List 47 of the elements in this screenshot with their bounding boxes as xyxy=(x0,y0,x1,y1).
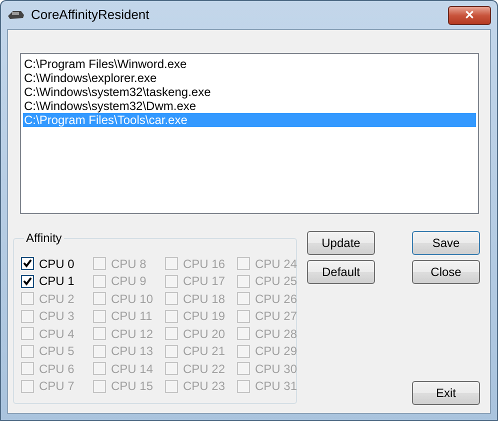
checkbox-label: CPU 25 xyxy=(255,273,298,290)
checkbox-label: CPU 17 xyxy=(183,273,226,290)
checkbox-label: CPU 19 xyxy=(183,308,226,326)
list-item[interactable]: C:\Program Files\Winword.exe xyxy=(23,57,476,71)
close-button[interactable]: ✕ xyxy=(448,6,491,24)
checkbox-label: CPU 30 xyxy=(255,360,298,378)
checkbox-label: CPU 9 xyxy=(111,273,146,290)
checkbox-label: CPU 7 xyxy=(39,378,74,396)
checkbox-label: CPU 20 xyxy=(183,326,226,343)
checkbox-label: CPU 10 xyxy=(111,290,154,308)
checkbox-label: CPU 16 xyxy=(183,256,226,273)
checkbox-label: CPU 2 xyxy=(39,290,74,308)
checkbox-label: CPU 27 xyxy=(255,308,298,326)
checkbox-label: CPU 4 xyxy=(39,326,74,343)
checkbox[interactable] xyxy=(21,274,34,288)
checkbox-label: CPU 26 xyxy=(255,290,298,308)
list-item[interactable]: C:\Windows\system32\taskeng.exe xyxy=(23,85,476,99)
checkbox-label: CPU 31 xyxy=(255,378,298,396)
checkbox-label: CPU 0 xyxy=(39,256,74,273)
checkbox-label: CPU 14 xyxy=(111,360,154,378)
checkbox-label: CPU 28 xyxy=(255,326,298,343)
app-icon xyxy=(7,9,25,21)
checkbox-label: CPU 22 xyxy=(183,360,226,378)
checkbox-label: CPU 24 xyxy=(255,256,298,273)
checkbox-label: CPU 23 xyxy=(183,378,226,396)
checkbox-label: CPU 6 xyxy=(39,360,74,378)
save-button[interactable]: Save xyxy=(412,231,480,255)
window-title: CoreAffinityResident xyxy=(31,6,150,24)
group-label: Affinity xyxy=(24,231,64,245)
checkbox-label: CPU 15 xyxy=(111,378,154,396)
checkbox-label: CPU 12 xyxy=(111,326,154,343)
checkbox-label: CPU 18 xyxy=(183,290,226,308)
close-button[interactable]: Close xyxy=(412,260,480,284)
list-item[interactable]: C:\Windows\system32\Dwm.exe xyxy=(23,99,476,113)
checkbox-label: CPU 21 xyxy=(183,343,226,360)
list-item[interactable]: C:\Windows\explorer.exe xyxy=(23,71,476,85)
checkbox-label: CPU 13 xyxy=(111,343,154,360)
checkbox-label: CPU 5 xyxy=(39,343,74,360)
checkbox[interactable] xyxy=(21,257,34,270)
update-button[interactable]: Update xyxy=(307,231,375,255)
checkbox-label: CPU 29 xyxy=(255,343,298,360)
checkbox-label: CPU 1 xyxy=(39,273,74,290)
exit-button[interactable]: Exit xyxy=(412,381,480,405)
default-button[interactable]: Default xyxy=(307,260,375,284)
checkbox-label: CPU 8 xyxy=(111,256,146,273)
checkbox-label: CPU 11 xyxy=(111,308,152,326)
checkbox-label: CPU 3 xyxy=(39,308,74,326)
